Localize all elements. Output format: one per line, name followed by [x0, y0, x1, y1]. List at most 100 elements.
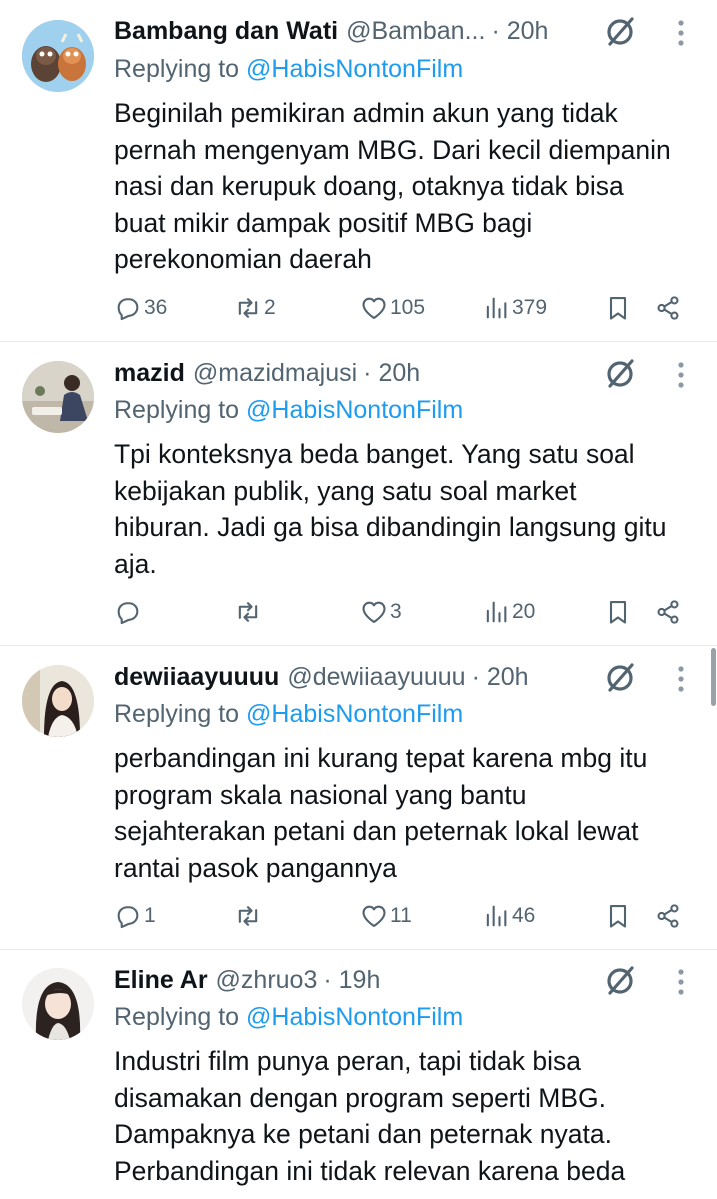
grok-icon[interactable] — [602, 356, 638, 392]
avatar[interactable] — [22, 361, 94, 433]
action-bar: 1 11 46 — [110, 896, 700, 936]
views-button[interactable]: 379 — [482, 288, 547, 328]
replying-to-handle[interactable]: @HabisNontonFilm — [246, 1003, 463, 1031]
share-icon — [657, 904, 679, 928]
avatar[interactable] — [22, 20, 94, 92]
views-count: 46 — [512, 904, 536, 927]
display-name[interactable]: Eline Ar — [114, 966, 208, 995]
views-count: 20 — [512, 600, 536, 623]
repost-button[interactable] — [234, 592, 264, 632]
replying-to-label: Replying to — [114, 1003, 247, 1031]
repost-button[interactable] — [234, 896, 264, 936]
more-icon[interactable] — [666, 965, 696, 999]
like-count: 105 — [390, 296, 426, 319]
user-handle[interactable]: @dewiiaayuuuu — [287, 663, 465, 692]
replying-to: Replying to @HabisNontonFilm — [114, 396, 463, 425]
display-name[interactable]: dewiiaayuuuu — [114, 663, 279, 692]
reply-icon — [117, 602, 139, 625]
share-icon — [657, 600, 679, 624]
timestamp[interactable]: · 20h — [472, 663, 529, 692]
timestamp[interactable]: · 20h — [363, 359, 420, 388]
heart-icon — [362, 905, 386, 927]
replying-to-handle[interactable]: @HabisNontonFilm — [246, 396, 463, 424]
display-name[interactable]: Bambang dan Wati — [114, 17, 338, 46]
replying-to-label: Replying to — [114, 396, 247, 424]
avatar[interactable] — [22, 665, 94, 737]
text-line: kebijakan publik, yang satu soal market — [114, 475, 577, 506]
reply-button[interactable]: 36 — [114, 288, 167, 328]
user-handle[interactable]: @mazidmajusi — [193, 359, 357, 388]
reply-tweet-1[interactable]: Bambang dan Wati @Bamban... · 20h Replyi… — [0, 0, 717, 342]
more-icon[interactable] — [666, 662, 696, 696]
repost-icon — [238, 906, 258, 926]
grok-icon[interactable] — [602, 660, 638, 696]
repost-icon — [238, 602, 258, 622]
views-button[interactable]: 46 — [482, 896, 535, 936]
text-line: hiburan. Jadi ga bisa dibandingin langsu… — [114, 512, 667, 542]
display-name[interactable]: mazid — [114, 359, 185, 388]
text-line: aja. — [114, 548, 157, 579]
text-line: Perbandingan ini tidak relevan karena be… — [114, 1155, 626, 1186]
more-icon[interactable] — [666, 358, 696, 392]
reply-button[interactable] — [114, 592, 144, 632]
views-count: 379 — [512, 296, 548, 319]
views-icon — [486, 601, 507, 623]
text-line: Beginilah pemikiran admin akun yang tida… — [114, 98, 618, 128]
like-count: 3 — [390, 600, 402, 623]
reply-tweet-2[interactable]: mazid @mazidmajusi · 20h Replying to @Ha… — [0, 342, 717, 646]
views-button[interactable]: 20 — [482, 592, 535, 632]
grok-icon[interactable] — [602, 963, 638, 999]
heart-icon — [362, 601, 386, 623]
like-count: 11 — [390, 904, 412, 927]
reply-icon — [117, 298, 139, 321]
bookmark-button[interactable] — [604, 592, 632, 632]
repost-button[interactable]: 2 — [234, 288, 276, 328]
reply-button[interactable]: 1 — [114, 896, 156, 936]
text-line: disamakan dengan program seperti MBG. — [114, 1082, 606, 1113]
replying-to-handle[interactable]: @HabisNontonFilm — [246, 700, 463, 728]
tweet-text: Beginilah pemikiran admin akun yang tida… — [114, 95, 704, 278]
share-button[interactable] — [654, 288, 682, 328]
replying-to-handle[interactable]: @HabisNontonFilm — [246, 55, 463, 83]
bookmark-icon — [609, 297, 627, 320]
text-line: nasi dan kerupuk doang, otaknya tidak bi… — [114, 171, 624, 201]
text-line: buat mikir dampak positif MBG bagi — [114, 207, 533, 238]
grok-icon[interactable] — [602, 14, 638, 50]
like-button[interactable]: 105 — [360, 288, 425, 328]
bookmark-button[interactable] — [604, 288, 632, 328]
avatar[interactable] — [22, 968, 94, 1040]
views-icon — [486, 905, 507, 927]
reply-tweet-3[interactable]: dewiiaayuuuu @dewiiaayuuuu · 20h Replyin… — [0, 646, 717, 950]
bookmark-icon — [609, 905, 627, 928]
share-icon — [657, 296, 679, 320]
reply-icon — [117, 906, 139, 929]
text-line: Tpi konteksnya beda banget. Yang satu so… — [114, 439, 635, 469]
scrollbar[interactable] — [711, 648, 716, 706]
like-button[interactable]: 11 — [360, 896, 412, 936]
views-icon — [486, 297, 507, 319]
more-icon[interactable] — [666, 16, 696, 50]
user-handle[interactable]: @zhruo3 — [216, 966, 318, 995]
tweet-text: Industri film punya peran, tapi tidak bi… — [114, 1043, 704, 1189]
action-bar: 3 20 — [110, 592, 700, 632]
user-handle[interactable]: @Bamban... — [346, 17, 485, 46]
bookmark-button[interactable] — [604, 896, 632, 936]
text-line: rantai pasok pangannya — [114, 852, 397, 883]
like-button[interactable]: 3 — [360, 592, 402, 632]
text-line: Industri film punya peran, tapi tidak bi… — [114, 1046, 581, 1076]
text-line: pernah mengenyam MBG. Dari kecil diempan… — [114, 134, 671, 165]
action-bar: 36 2 105 379 — [110, 288, 700, 328]
tweet-text: Tpi konteksnya beda banget. Yang satu so… — [114, 436, 704, 582]
timestamp[interactable]: · 19h — [323, 966, 380, 995]
repost-count: 2 — [264, 296, 276, 319]
replying-to-label: Replying to — [114, 700, 247, 728]
replying-to: Replying to @HabisNontonFilm — [114, 55, 463, 84]
tweet-text: perbandingan ini kurang tepat karena mbg… — [114, 740, 704, 886]
replying-to: Replying to @HabisNontonFilm — [114, 1003, 463, 1032]
text-line: perbandingan ini kurang tepat karena mbg… — [114, 743, 648, 773]
share-button[interactable] — [654, 592, 682, 632]
timestamp[interactable]: · 20h — [491, 17, 548, 46]
reply-tweet-4[interactable]: Eline Ar @zhruo3 · 19h Replying to @Habi… — [0, 950, 717, 1199]
heart-icon — [362, 297, 386, 319]
share-button[interactable] — [654, 896, 682, 936]
